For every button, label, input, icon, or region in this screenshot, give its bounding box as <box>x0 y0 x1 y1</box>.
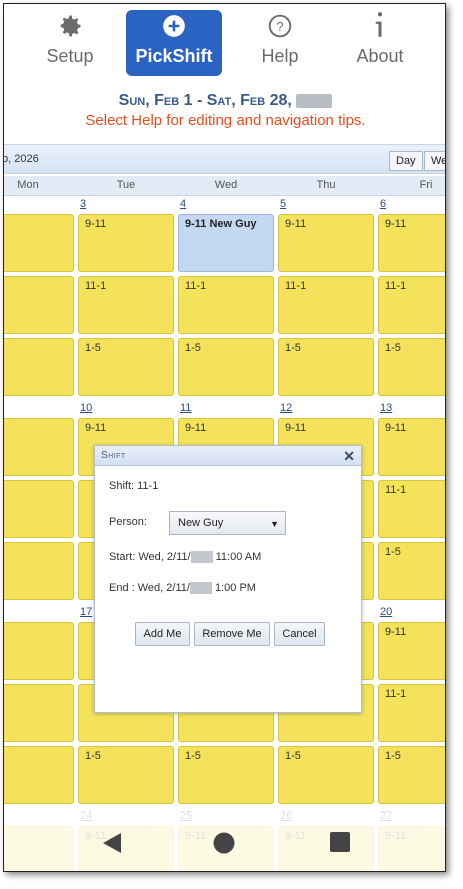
date-link[interactable]: 6 <box>380 198 386 210</box>
shift-cell[interactable]: 1-5 <box>78 746 174 804</box>
shift-cell[interactable] <box>4 684 74 742</box>
cancel-button[interactable]: Cancel <box>274 622 325 646</box>
shift-cell[interactable]: 9-11 <box>278 214 374 272</box>
shift-cell[interactable] <box>4 276 74 334</box>
shift-cell[interactable] <box>4 214 74 272</box>
shift-cell[interactable]: 1-5 <box>378 746 445 804</box>
shift-cell[interactable]: 1-5 <box>178 746 274 804</box>
start-date: Wed, 2/11/ <box>138 551 191 563</box>
shift-cell[interactable]: 9-11 <box>378 214 445 272</box>
gear-icon <box>22 10 118 42</box>
shift-cell[interactable] <box>4 480 74 538</box>
day-fri: Fri <box>419 179 433 191</box>
shift-cell[interactable]: 11-1 <box>178 276 274 334</box>
person-label: Person: <box>109 516 147 528</box>
week-view-button[interactable]: We <box>424 151 445 171</box>
day-header: Mon Tue Wed Thu Fri <box>4 176 445 196</box>
date-range: Sun, Feb 1 - Sat, Feb 28, <box>4 92 445 110</box>
date-range-text: Sun, Feb 1 - Sat, Feb 28, <box>118 92 292 109</box>
dropdown-arrow-icon: ▼ <box>270 519 279 529</box>
shift-cell[interactable]: 1-5 <box>78 338 174 396</box>
close-icon[interactable]: ✕ <box>343 448 355 465</box>
shift-cell[interactable]: 1-5 <box>378 338 445 396</box>
end-time: 1:00 PM <box>215 582 256 594</box>
month-label: b, 2026 <box>3 153 39 165</box>
shift-cell[interactable]: 11-1 <box>378 684 445 742</box>
nav-about[interactable]: About <box>332 10 428 76</box>
dialog-title: Shift <box>95 446 361 466</box>
shift-cell[interactable]: 1-5 <box>278 746 374 804</box>
shift-cell[interactable]: 9-11 <box>378 418 445 476</box>
redacted-year <box>296 93 333 108</box>
day-thu: Thu <box>316 179 336 191</box>
shift-cell[interactable]: 1-5 <box>178 338 274 396</box>
shift-cell[interactable] <box>4 622 74 680</box>
shift-cell[interactable]: 9-11 <box>78 214 174 272</box>
start-row: Start: Wed, 2/11/ 11:00 AM <box>109 551 262 564</box>
shift-cell[interactable]: 1-5 <box>378 542 445 600</box>
shift-cell[interactable]: 11-1 <box>378 276 445 334</box>
nav-setup-label: Setup <box>46 46 94 66</box>
question-circle-icon: ? <box>232 10 328 42</box>
add-me-button[interactable]: Add Me <box>135 622 190 646</box>
start-time: 11:00 AM <box>215 551 262 563</box>
date-link[interactable]: 3 <box>80 198 86 210</box>
nav-about-label: About <box>356 46 404 66</box>
date-link[interactable]: 10 <box>80 402 92 414</box>
shift-cell[interactable] <box>4 746 74 804</box>
remove-me-button[interactable]: Remove Me <box>194 622 270 646</box>
shift-cell-selected[interactable]: 9-11 New Guy <box>178 214 274 272</box>
back-icon[interactable] <box>101 832 123 859</box>
calendar-toolbar: b, 2026 Day We <box>3 144 445 174</box>
nav-setup[interactable]: Setup <box>22 10 118 76</box>
day-tue: Tue <box>116 179 136 191</box>
home-icon[interactable] <box>213 832 235 859</box>
app-frame: Setup PickShift ? Help About Sun, Feb 1 … <box>3 3 446 872</box>
date-link[interactable]: 11 <box>180 402 191 414</box>
date-link[interactable]: 12 <box>280 402 292 414</box>
nav-help-label: Help <box>261 46 299 66</box>
day-wed: Wed <box>214 179 238 191</box>
shift-cell[interactable]: 1-5 <box>278 338 374 396</box>
help-tip: Select Help for editing and navigation t… <box>85 112 366 129</box>
shift-cell[interactable] <box>4 542 74 600</box>
start-label: Start: <box>109 551 136 563</box>
end-date: Wed, 2/11/ <box>137 582 190 594</box>
nav-pickshift-label: PickShift <box>135 46 213 66</box>
day-mon: Mon <box>17 179 39 191</box>
person-select[interactable]: New Guy ▼ <box>169 511 286 535</box>
shift-cell[interactable] <box>4 418 74 476</box>
shift-cell[interactable]: 11-1 <box>278 276 374 334</box>
date-link[interactable]: 17 <box>80 606 92 618</box>
date-link[interactable]: 5 <box>280 198 286 210</box>
shift-cell[interactable] <box>4 338 74 396</box>
person-select-value: New Guy <box>178 517 224 529</box>
date-link[interactable]: 20 <box>380 606 392 618</box>
plus-circle-icon <box>126 10 222 42</box>
end-label: End : <box>109 582 135 594</box>
svg-text:?: ? <box>276 19 283 34</box>
day-view-button[interactable]: Day <box>389 151 423 171</box>
recents-icon[interactable] <box>330 832 350 857</box>
shift-dialog: Shift ✕ Shift: 11-1 Person: New Guy ▼ St… <box>94 445 362 713</box>
shift-cell[interactable]: 11-1 <box>78 276 174 334</box>
system-nav-bar <box>4 812 445 871</box>
nav-help[interactable]: ? Help <box>232 10 328 76</box>
date-link[interactable]: 4 <box>180 198 186 210</box>
shift-cell[interactable]: 9-11 <box>378 622 445 680</box>
shift-cell[interactable]: 11-1 <box>378 480 445 538</box>
redacted-year <box>190 551 213 564</box>
nav-pickshift[interactable]: PickShift <box>126 10 222 76</box>
date-link[interactable]: 13 <box>380 402 392 414</box>
person-row: Person: New Guy ▼ <box>109 511 349 535</box>
redacted-year <box>189 582 212 595</box>
shift-info: Shift: 11-1 <box>109 480 159 492</box>
info-icon <box>332 10 428 42</box>
end-row: End : Wed, 2/11/ 1:00 PM <box>109 582 256 595</box>
top-nav: Setup PickShift ? Help About <box>4 4 445 84</box>
